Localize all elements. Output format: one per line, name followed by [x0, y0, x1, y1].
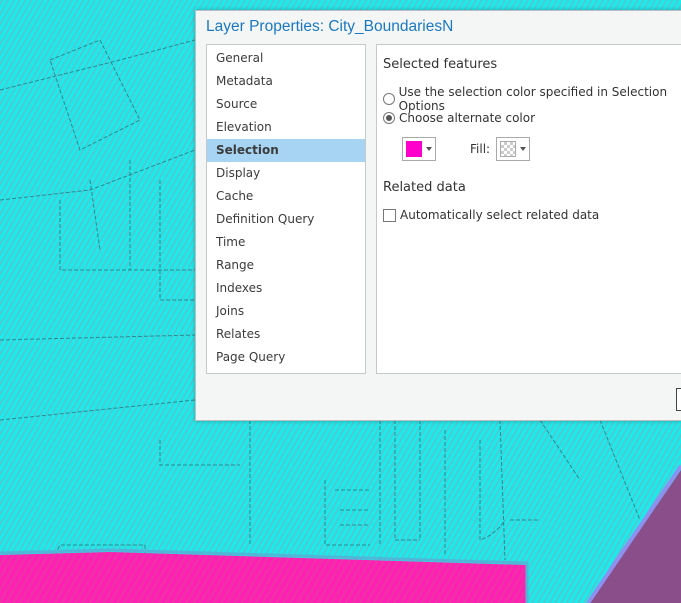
auto-select-related-checkbox[interactable]: Automatically select related data — [383, 208, 599, 222]
layer-properties-dialog: Layer Properties: City_BoundariesN Gener… — [195, 10, 681, 421]
nav-item-indexes[interactable]: Indexes — [207, 277, 365, 300]
radio-label: Use the selection color specified in Sel… — [398, 85, 668, 113]
nav-item-elevation[interactable]: Elevation — [207, 116, 365, 139]
ok-button[interactable] — [676, 388, 681, 411]
nav-item-metadata[interactable]: Metadata — [207, 70, 365, 93]
nav-item-general[interactable]: General — [207, 47, 365, 70]
nav-item-time[interactable]: Time — [207, 231, 365, 254]
nav-item-definition-query[interactable]: Definition Query — [207, 208, 365, 231]
color-swatch — [406, 141, 422, 157]
dialog-title: Layer Properties: City_BoundariesN — [206, 18, 454, 35]
checkbox[interactable] — [383, 208, 396, 222]
fill-picker[interactable] — [496, 137, 530, 161]
radio-button[interactable] — [383, 112, 395, 124]
nav-item-relates[interactable]: Relates — [207, 323, 365, 346]
nav-item-display[interactable]: Display — [207, 162, 365, 185]
selected-features-heading: Selected features — [383, 57, 498, 72]
chevron-down-icon — [520, 147, 526, 151]
fill-label: Fill: — [470, 142, 491, 156]
nav-item-cache[interactable]: Cache — [207, 185, 365, 208]
radio-button[interactable] — [383, 93, 395, 105]
properties-nav-list: General Metadata Source Elevation Select… — [206, 44, 366, 374]
nav-item-source[interactable]: Source — [207, 93, 365, 116]
nav-item-joins[interactable]: Joins — [207, 300, 365, 323]
related-data-heading: Related data — [383, 180, 466, 195]
chevron-down-icon — [426, 147, 432, 151]
radio-label: Choose alternate color — [399, 111, 536, 125]
nav-item-page-query[interactable]: Page Query — [207, 346, 365, 369]
radio-default-color[interactable]: Use the selection color specified in Sel… — [383, 85, 681, 113]
nav-item-selection[interactable]: Selection — [207, 139, 365, 162]
radio-alternate-color[interactable]: Choose alternate color — [383, 111, 535, 125]
nav-item-range[interactable]: Range — [207, 254, 365, 277]
transparent-swatch — [500, 141, 516, 157]
selection-color-picker[interactable] — [402, 137, 436, 161]
checkbox-label: Automatically select related data — [400, 208, 600, 222]
selection-panel: Selected features Use the selection colo… — [376, 44, 681, 374]
